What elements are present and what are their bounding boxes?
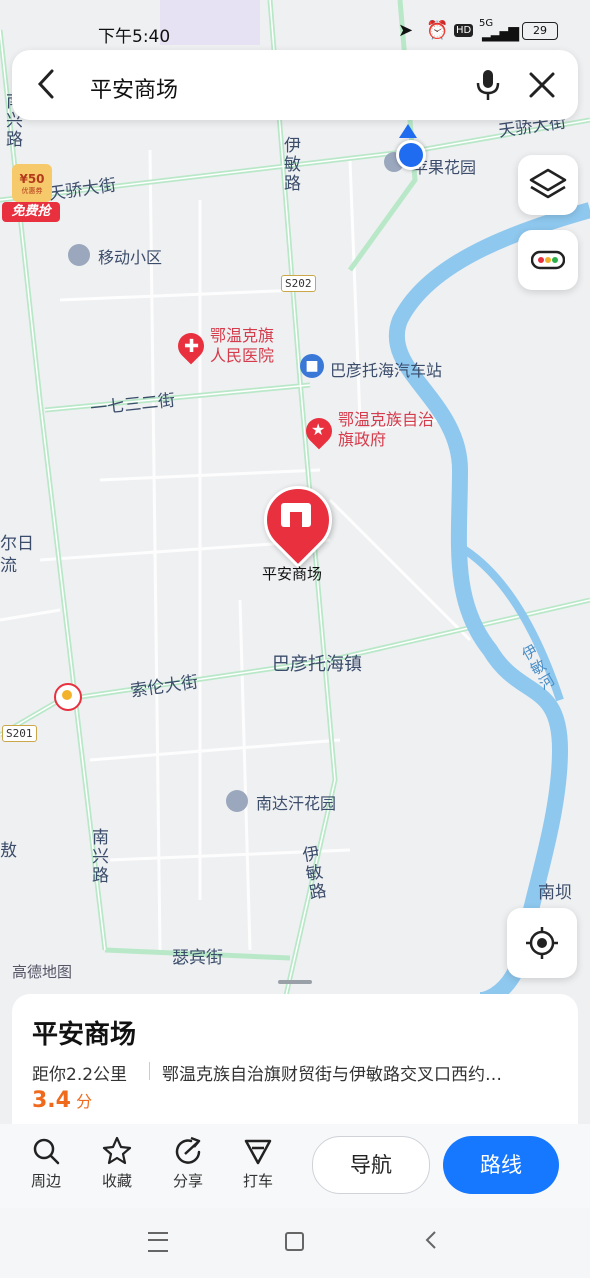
poi-district-icon[interactable] [68,244,90,266]
coupon-badge[interactable]: ¥50 优惠券 免费抢 [2,164,60,226]
place-distance: 距你2.2公里 [32,1065,128,1085]
coupon-label: 免费抢 [2,202,60,222]
layers-button[interactable] [518,155,578,215]
taxi-button[interactable]: 打车 [228,1136,288,1191]
gas-station-inner [62,690,72,700]
government-star: ★ [311,420,326,439]
locate-button[interactable] [507,908,577,978]
battery-level: 29 [533,24,547,37]
menu-icon[interactable] [148,1232,168,1252]
hd-icon: HD [454,24,474,37]
home-icon[interactable] [285,1232,304,1251]
map-label-left-edge: 敖 [0,841,17,861]
road-badge-s201: S201 [2,725,37,742]
route-button[interactable]: 路线 [443,1136,559,1194]
place-name: 平安商场 [32,1020,137,1050]
search-query[interactable]: 平安商场 [90,72,178,104]
favorite-label: 收藏 [101,1172,132,1190]
layers-icon [529,168,567,199]
coupon-amount: ¥50 [19,172,45,186]
map-label-yimin-top: 伊敏路 [280,136,300,193]
battery-icon: 29 [522,22,558,40]
selected-place-label: 平安商场 [262,565,323,583]
share-label: 分享 [172,1172,203,1190]
star-icon [102,1136,132,1165]
taxi-icon [244,1139,272,1165]
poi-label-yidong[interactable]: 移动小区 [98,244,162,268]
microphone-icon[interactable] [474,68,502,102]
poi-label-bus-station[interactable]: 巴彦托海汽车站 [330,357,442,381]
hospital-cross: ✚ [184,336,200,357]
shop-icon-door [290,512,302,527]
place-info-card[interactable]: 平安商场 距你2.2公里 鄂温克族自治旗财贸街与伊敏路交叉口西约… 3.4 分 [12,994,578,1134]
sheet-drag-handle[interactable] [278,980,312,984]
close-icon[interactable] [527,70,557,100]
location-arrow-icon: ➤ [398,20,414,41]
back-icon[interactable] [36,68,56,99]
current-location-marker [396,140,426,170]
place-address: 鄂温克族自治旗财贸街与伊敏路交叉口西约… [162,1065,502,1085]
coupon-sub: 优惠券 [21,187,43,195]
signal-icon: ▂▃▅▇ [482,26,519,42]
navigate-button[interactable]: 导航 [312,1136,430,1194]
status-time: 下午5:40 [98,27,171,47]
place-rating: 3.4 分 [32,1088,92,1113]
info-divider [149,1062,150,1080]
poi-label-hospital[interactable]: 鄂温克旗人民医院 [210,326,282,366]
alarm-icon: ⏰ [426,20,449,41]
search-bar[interactable]: 平安商场 [12,50,578,120]
poi-label-government[interactable]: 鄂温克族自治旗政府 [338,410,434,450]
taxi-label: 打车 [242,1172,273,1190]
map-label-erriliu: 尔日流 [0,534,34,576]
nearby-label: 周边 [30,1172,61,1190]
poi-label-nandahan[interactable]: 南达汗花园 [256,790,336,814]
map-label-bayantuohai: 巴彦托海镇 [272,654,362,675]
system-nav-bar [0,1208,590,1278]
map-label-nanba: 南坝 [538,883,572,903]
traffic-icon [531,250,565,270]
locate-icon [526,927,558,959]
back-nav-icon[interactable] [424,1230,438,1254]
favorite-button[interactable]: 收藏 [87,1136,147,1191]
share-icon [175,1136,201,1164]
map-label-seibin-st: 瑟宾街 [172,948,223,968]
action-bar: 周边 收藏 分享 打车 导航 路线 [0,1124,590,1208]
map-label-nanxing-bottom: 南兴路 [88,828,108,885]
heading-arrow-icon [399,124,417,138]
traffic-button[interactable] [518,230,578,290]
poi-district-icon[interactable] [226,790,248,812]
road-badge-s202: S202 [281,275,316,292]
bus-station-icon[interactable]: ■ [300,354,324,378]
coupon-ticket: ¥50 优惠券 [12,164,52,202]
nearby-button[interactable]: 周边 [16,1136,76,1191]
share-button[interactable]: 分享 [158,1136,218,1191]
amap-logo: 高德地图 [12,963,73,981]
rating-value: 3.4 [32,1088,71,1113]
rating-unit: 分 [76,1092,93,1111]
status-bar: 下午5:40 ➤ ⏰ HD 5G ▂▃▅▇ 29 [0,14,590,48]
search-icon [33,1138,60,1165]
